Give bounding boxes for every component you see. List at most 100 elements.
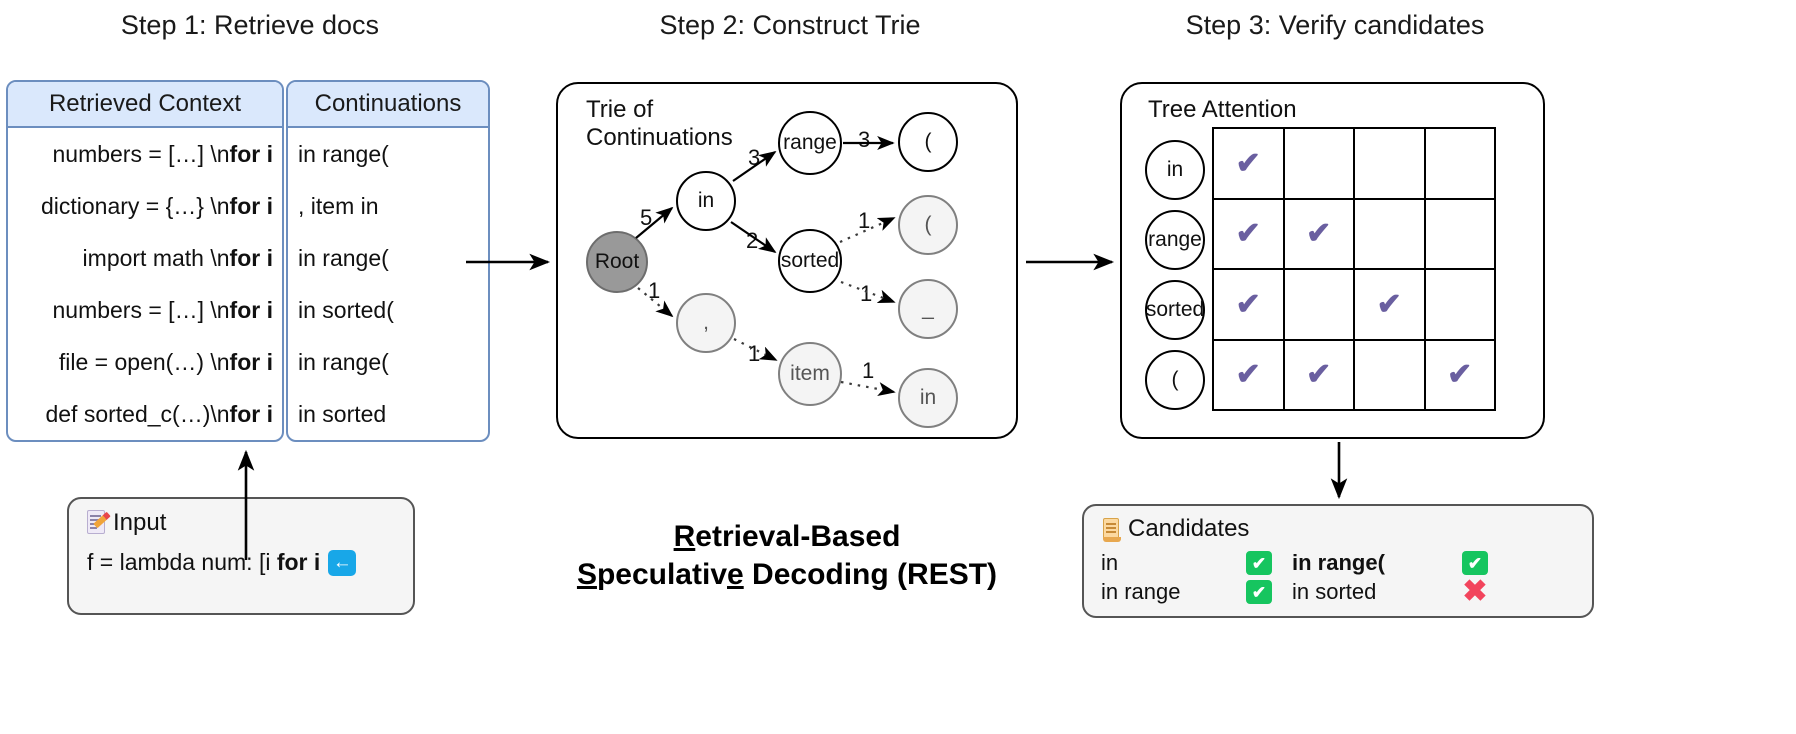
table-row: , item in bbox=[298, 192, 379, 219]
input-text-row: f = lambda num: [i for i ← bbox=[69, 537, 413, 576]
context-bold: for i bbox=[229, 244, 273, 271]
trie-node-item[interactable]: item bbox=[778, 342, 842, 406]
trie-node-comma[interactable]: , bbox=[676, 293, 736, 353]
retrieved-context-table: Retrieved Context numbers = […] \n for i… bbox=[6, 80, 284, 442]
attn-cell-1-3[interactable] bbox=[1425, 199, 1494, 268]
candidates-list: in ✔ in range( ✔ in range ✔ in sorted ✖ bbox=[1084, 543, 1592, 608]
candidates-title-label: Candidates bbox=[1128, 515, 1250, 542]
input-text: f = lambda num: [i for i bbox=[87, 549, 320, 576]
trie-edge-label-root-in: 5 bbox=[640, 205, 653, 230]
trie-edge-label-item-in: 1 bbox=[862, 358, 875, 383]
tree-attention-matrix: ✔ ✔ ✔ ✔ ✔ ✔ ✔ ✔ bbox=[1212, 127, 1496, 411]
candidate-label-in-sorted: in sorted bbox=[1292, 579, 1377, 604]
context-text: def sorted_c(…)\n bbox=[45, 400, 230, 427]
table-row: in range( bbox=[298, 244, 389, 271]
attn-cell-1-2[interactable] bbox=[1355, 199, 1424, 268]
trie-node-in-2[interactable]: in bbox=[898, 368, 958, 428]
trie-edge-label-in-range: 3 bbox=[748, 145, 761, 170]
candidate-status-ok-icon: ✔ bbox=[1462, 551, 1488, 575]
table-row: def sorted_c(…)\n for i bbox=[8, 388, 282, 440]
title-line2-mid: peculativ bbox=[596, 558, 728, 592]
attn-cell-0-3[interactable] bbox=[1425, 129, 1494, 198]
attn-cell-3-0[interactable]: ✔ bbox=[1214, 340, 1283, 409]
candidate-label-in-range: in range bbox=[1101, 579, 1181, 604]
candidates-box: Candidates in ✔ in range( ✔ in range ✔ i… bbox=[1082, 504, 1594, 618]
attn-row-token-in[interactable]: in bbox=[1145, 140, 1205, 200]
table-row: file = open(…) \n for i bbox=[8, 336, 282, 388]
context-text: dictionary = {…} \n bbox=[40, 192, 230, 219]
step-3-title: Step 3: Verify candidates bbox=[1185, 10, 1485, 40]
attn-cell-2-2[interactable]: ✔ bbox=[1355, 270, 1424, 339]
table-row: in sorted bbox=[298, 400, 387, 427]
trie-edge-label-sorted-paren: 1 bbox=[858, 208, 871, 233]
context-text: numbers = […] \n bbox=[52, 296, 230, 323]
trie-node-range[interactable]: range bbox=[778, 111, 842, 175]
context-text: file = open(…) \n bbox=[58, 348, 230, 375]
candidate-label-in: in bbox=[1101, 550, 1119, 575]
left-arrow-badge-icon: ← bbox=[328, 549, 357, 576]
title-underline-r: R bbox=[673, 520, 696, 553]
context-bold: for i bbox=[229, 296, 273, 323]
trie-node-paren-1[interactable]: ( bbox=[898, 112, 958, 172]
attn-row-token-sorted[interactable]: sorted bbox=[1145, 280, 1205, 340]
input-title-row: Input bbox=[69, 499, 413, 537]
figure-main-title: Retrieval-Based Speculative Decoding (RE… bbox=[556, 518, 1018, 595]
table-row: in range( bbox=[298, 348, 389, 375]
trie-node-paren-2[interactable]: ( bbox=[898, 195, 958, 255]
title-underline-s: S bbox=[576, 558, 597, 592]
candidate-label-in-range-paren: in range( bbox=[1292, 550, 1385, 575]
input-text-bold: for i bbox=[276, 549, 321, 575]
attn-cell-0-1[interactable] bbox=[1284, 129, 1353, 198]
context-bold: for i bbox=[229, 348, 273, 375]
input-text-prefix: f = lambda num: [i bbox=[87, 549, 277, 575]
attn-cell-1-1[interactable]: ✔ bbox=[1284, 199, 1353, 268]
attn-row-token-paren[interactable]: ( bbox=[1145, 350, 1205, 410]
context-text: import math \n bbox=[82, 244, 230, 271]
candidate-status-ok-icon: ✔ bbox=[1246, 580, 1272, 604]
title-underline-e: e bbox=[727, 558, 744, 592]
trie-node-in[interactable]: in bbox=[676, 171, 736, 231]
attn-cell-2-0[interactable]: ✔ bbox=[1214, 270, 1283, 339]
tree-attention-label: Tree Attention bbox=[1148, 96, 1297, 123]
figure-title-line-1: Retrieval-Based bbox=[556, 518, 1018, 556]
attn-cell-3-3[interactable]: ✔ bbox=[1425, 340, 1494, 409]
trie-node-root[interactable]: Root bbox=[586, 231, 648, 293]
table-row: numbers = […] \n for i bbox=[8, 128, 282, 180]
candidates-title-row: Candidates bbox=[1084, 506, 1592, 543]
attn-row-token-range[interactable]: range bbox=[1145, 210, 1205, 270]
attn-cell-2-1[interactable] bbox=[1284, 270, 1353, 339]
trie-edge-label-in-sorted: 2 bbox=[746, 228, 759, 253]
candidate-status-fail-icon: ✖ bbox=[1462, 575, 1488, 608]
trie-edge-label-range-paren: 3 bbox=[858, 127, 871, 152]
trie-node-sorted[interactable]: sorted bbox=[778, 229, 842, 293]
trie-edge-label-root-comma: 1 bbox=[648, 278, 661, 303]
memo-icon bbox=[87, 510, 111, 536]
context-bold: for i bbox=[229, 400, 273, 427]
step-2-title: Step 2: Construct Trie bbox=[659, 10, 921, 40]
table-row: import math \n for i bbox=[8, 232, 282, 284]
step-1-title: Step 1: Retrieve docs bbox=[120, 10, 380, 40]
trie-node-underscore[interactable]: _ bbox=[898, 279, 958, 339]
table-row: in sorted( bbox=[298, 296, 394, 323]
trie-edge-label-comma-item: 1 bbox=[748, 341, 761, 366]
table-row: dictionary = {…} \n for i bbox=[8, 180, 282, 232]
context-bold: for i bbox=[229, 140, 273, 167]
trie-edge-label-sorted-underscore: 1 bbox=[860, 281, 873, 306]
candidate-status-ok-icon: ✔ bbox=[1246, 551, 1272, 575]
continuations-table: Continuations in range( , item in in ran… bbox=[286, 80, 490, 442]
title-line2-rest: Decoding (REST) bbox=[743, 558, 998, 592]
title-line1-rest: etrieval-Based bbox=[695, 520, 901, 553]
context-text: numbers = […] \n bbox=[52, 140, 230, 167]
trie-panel-label: Trie of Continuations bbox=[586, 96, 733, 152]
attn-cell-0-2[interactable] bbox=[1355, 129, 1424, 198]
attn-cell-2-3[interactable] bbox=[1425, 270, 1494, 339]
figure-title-line-2: Speculative Decoding (REST) bbox=[556, 556, 1018, 594]
input-title-label: Input bbox=[113, 509, 167, 536]
attn-cell-3-2[interactable] bbox=[1355, 340, 1424, 409]
table-row: numbers = […] \n for i bbox=[8, 284, 282, 336]
attn-cell-0-0[interactable]: ✔ bbox=[1214, 129, 1283, 198]
scroll-icon bbox=[1101, 516, 1123, 542]
attn-cell-1-0[interactable]: ✔ bbox=[1214, 199, 1283, 268]
retrieved-context-header: Retrieved Context bbox=[8, 82, 282, 128]
attn-cell-3-1[interactable]: ✔ bbox=[1284, 340, 1353, 409]
